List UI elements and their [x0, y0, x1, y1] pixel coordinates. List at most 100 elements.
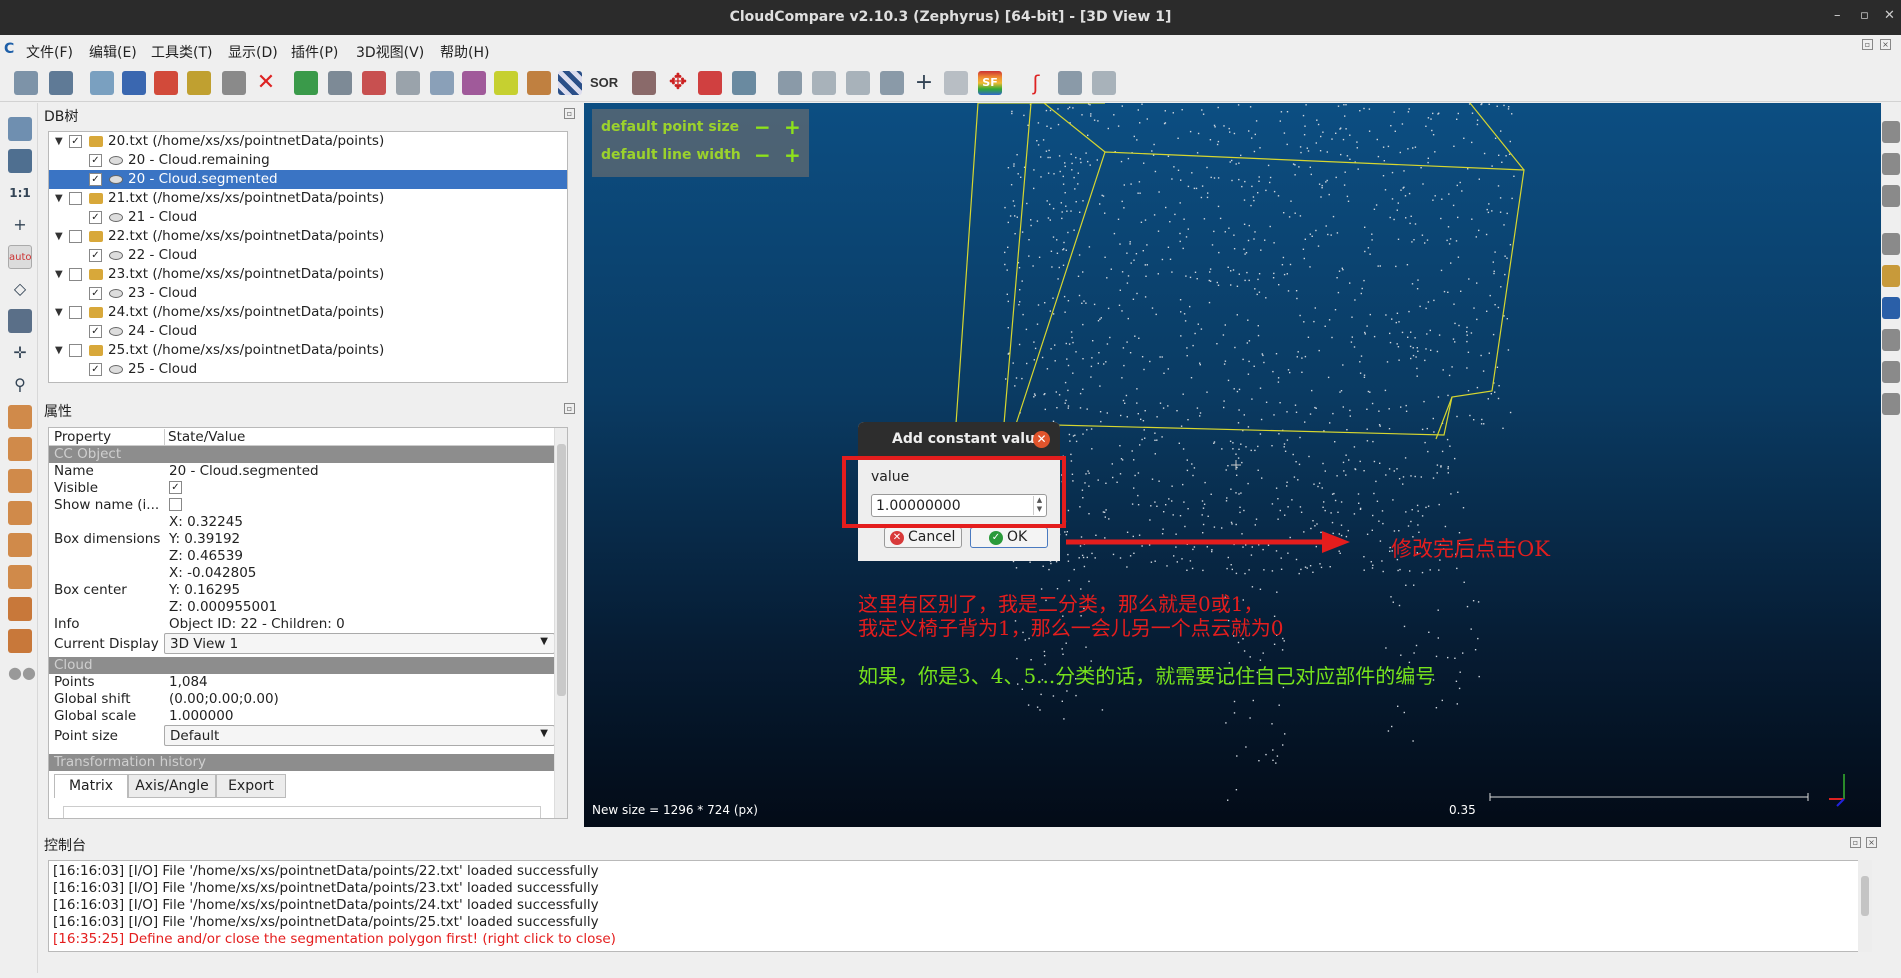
tree-cloud-item[interactable]: ✓ 22 - Cloud: [49, 246, 567, 265]
colors-icon[interactable]: [294, 71, 318, 95]
tab-export[interactable]: Export: [216, 774, 286, 798]
visible-checkbox[interactable]: ✓: [169, 481, 182, 494]
visibility-checkbox[interactable]: ✓: [89, 325, 102, 338]
add-sf-icon[interactable]: +: [912, 71, 936, 95]
clone-icon[interactable]: [90, 71, 114, 95]
sf-export-icon[interactable]: [1092, 71, 1116, 95]
point-picking-icon[interactable]: [732, 71, 756, 95]
save-icon[interactable]: [49, 71, 73, 95]
right-tool-8-icon[interactable]: [1882, 361, 1900, 383]
visibility-checkbox[interactable]: [69, 230, 82, 243]
visibility-checkbox[interactable]: ✓: [89, 173, 102, 186]
console-close-icon[interactable]: ×: [1866, 837, 1877, 848]
rotate-icon[interactable]: ◇: [8, 277, 32, 301]
menu-tools[interactable]: 工具类(T): [151, 42, 212, 62]
3d-view[interactable]: default point size − + default line widt…: [584, 103, 1881, 827]
perspective-icon[interactable]: [8, 309, 32, 333]
view-left-icon[interactable]: [8, 469, 32, 493]
cancel-button[interactable]: ✕ Cancel: [884, 527, 962, 548]
right-tool-9-icon[interactable]: [1882, 393, 1900, 415]
tree-cloud-item[interactable]: ✓ 21 - Cloud: [49, 208, 567, 227]
sf-button[interactable]: SF: [978, 71, 1002, 95]
properties-scrollbar[interactable]: [554, 428, 567, 818]
menu-file[interactable]: 文件(F): [26, 42, 73, 62]
menu-display[interactable]: 显示(D): [228, 42, 278, 62]
display-icon[interactable]: [8, 117, 32, 141]
right-tool-1-icon[interactable]: [1882, 121, 1900, 143]
point-size-plus-button[interactable]: +: [784, 117, 801, 137]
sample-points-icon[interactable]: [430, 71, 454, 95]
right-tool-6-icon[interactable]: [1882, 297, 1900, 319]
right-tool-7-icon[interactable]: [1882, 329, 1900, 351]
tree-cloud-item[interactable]: ✓ 20 - Cloud.segmented: [49, 170, 567, 189]
view-back-icon[interactable]: [8, 501, 32, 525]
menu-help[interactable]: 帮助(H): [440, 42, 489, 62]
visibility-checkbox[interactable]: ✓: [89, 363, 102, 376]
visibility-checkbox[interactable]: [69, 268, 82, 281]
distance-icon[interactable]: [462, 71, 486, 95]
cross-section-icon[interactable]: [698, 71, 722, 95]
normals-icon[interactable]: [328, 71, 352, 95]
stereo-icon[interactable]: ●●: [8, 661, 36, 685]
menu-edit[interactable]: 编辑(E): [89, 42, 137, 62]
view-iso-back-icon[interactable]: [8, 629, 32, 653]
tab-matrix[interactable]: Matrix: [54, 774, 128, 798]
tree-folder-item[interactable]: ▼ ✓ 20.txt (/home/xs/xs/pointnetData/point…: [49, 132, 567, 151]
tree-folder-item[interactable]: ▼ 25.txt (/home/xs/xs/pointnetData/points…: [49, 341, 567, 360]
sf-stats-icon[interactable]: [1058, 71, 1082, 95]
show-name-checkbox[interactable]: [169, 498, 182, 511]
current-display-select[interactable]: 3D View 1 ▼: [164, 633, 555, 654]
tree-folder-item[interactable]: ▼ 22.txt (/home/xs/xs/pointnetData/points…: [49, 227, 567, 246]
visibility-checkbox[interactable]: [69, 306, 82, 319]
db-tree-float-icon[interactable]: ▫: [564, 108, 575, 119]
visibility-checkbox[interactable]: ✓: [89, 287, 102, 300]
expand-arrow-icon[interactable]: ▼: [55, 265, 63, 284]
octree-icon[interactable]: [362, 71, 386, 95]
maximize-icon[interactable]: ▫: [1860, 8, 1869, 23]
subsample-icon[interactable]: [222, 71, 246, 95]
line-width-plus-button[interactable]: +: [784, 145, 801, 165]
view-top-icon[interactable]: [8, 405, 32, 429]
right-tool-3-icon[interactable]: [1882, 185, 1900, 207]
menu-3d-view[interactable]: 3D视图(V): [356, 42, 424, 62]
close-icon[interactable]: ✕: [1884, 8, 1895, 23]
open-icon[interactable]: [14, 71, 38, 95]
tab-axis-angle[interactable]: Axis/Angle: [128, 774, 216, 798]
visibility-checkbox[interactable]: [69, 344, 82, 357]
tree-folder-item[interactable]: ▼ 21.txt (/home/xs/xs/pointnetData/points…: [49, 189, 567, 208]
expand-arrow-icon[interactable]: ▼: [55, 341, 63, 360]
right-tool-2-icon[interactable]: [1882, 153, 1900, 175]
point-size-select[interactable]: Default ▼: [164, 725, 555, 746]
zoom-1to1-icon[interactable]: 1:1: [8, 181, 32, 205]
filter-sf-icon[interactable]: [880, 71, 904, 95]
noise-filter-icon[interactable]: [632, 71, 656, 95]
ok-button[interactable]: ✓ OK: [970, 527, 1048, 548]
segment-icon[interactable]: ✥: [666, 71, 690, 95]
expand-arrow-icon[interactable]: ▼: [55, 303, 63, 322]
tree-folder-item[interactable]: ▼ 23.txt (/home/xs/xs/pointnetData/points…: [49, 265, 567, 284]
menu-plugins[interactable]: 插件(P): [291, 42, 338, 62]
right-tool-4-icon[interactable]: [1882, 233, 1900, 255]
delete-sf-icon[interactable]: [944, 71, 968, 95]
visibility-checkbox[interactable]: ✓: [89, 154, 102, 167]
gradient-icon[interactable]: [812, 71, 836, 95]
minmax-icon[interactable]: [846, 71, 870, 95]
visibility-checkbox[interactable]: ✓: [69, 135, 82, 148]
auto-pivot-icon[interactable]: auto: [8, 245, 32, 269]
mdi-restore-icon[interactable]: ▫: [1862, 39, 1873, 50]
bucket-icon[interactable]: [527, 71, 551, 95]
visibility-checkbox[interactable]: ✓: [89, 211, 102, 224]
right-tool-5-icon[interactable]: [1882, 265, 1900, 287]
view-bottom-icon[interactable]: [8, 565, 32, 589]
mesh-icon[interactable]: [396, 71, 420, 95]
point-size-minus-button[interactable]: −: [754, 117, 771, 137]
translate-rotate-icon[interactable]: [154, 71, 178, 95]
cc-icon[interactable]: [494, 71, 518, 95]
zoom-icon[interactable]: ⚲: [8, 373, 32, 397]
view-right-icon[interactable]: [8, 533, 32, 557]
sor-filter-button[interactable]: SOR: [590, 75, 624, 99]
tree-cloud-item[interactable]: ✓ 23 - Cloud: [49, 284, 567, 303]
sf-curve-icon[interactable]: ʃ: [1024, 71, 1048, 95]
dialog-close-icon[interactable]: ✕: [1033, 431, 1050, 448]
line-width-minus-button[interactable]: −: [754, 145, 771, 165]
